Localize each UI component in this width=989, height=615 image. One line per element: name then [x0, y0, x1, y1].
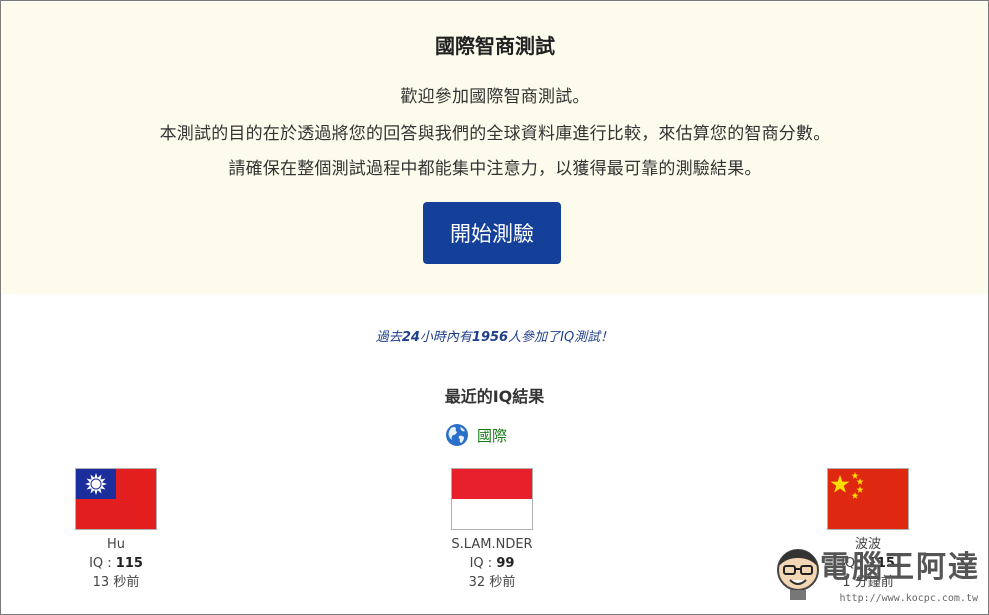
stat-count: 1956: [471, 330, 509, 345]
intro-welcome-text: 歡迎參加國際智商測試。: [400, 87, 590, 107]
region-filter-international[interactable]: 國際: [445, 423, 507, 447]
result-name: S.LAM.NDER: [451, 537, 533, 552]
globe-icon: [446, 424, 468, 446]
page-frame: 國際智商測試 歡迎參加國際智商測試。 本測試的目的在於透過將您的回答與我們的全球…: [0, 0, 989, 615]
mascot-icon: [777, 549, 819, 600]
intro-panel: 國際智商測試 歡迎參加國際智商測試。 本測試的目的在於透過將您的回答與我們的全球…: [2, 2, 988, 294]
intro-purpose-text: 本測試的目的在於透過將您的回答與我們的全球資料庫進行比較，來估算您的智商分數。: [159, 124, 831, 144]
page-title: 國際智商測試: [435, 34, 555, 58]
china-flag-icon: [827, 468, 909, 530]
participation-stat: 過去24小時內有1956人參加了IQ測試！: [1, 326, 988, 345]
stat-mid: 小時內有: [419, 330, 472, 345]
result-time: 32 秒前: [468, 575, 516, 590]
stat-suffix: 人參加了IQ測試！: [508, 330, 614, 345]
watermark-text: 電腦王阿達: [820, 550, 980, 585]
watermark-url: http://www.kocpc.com.tw: [839, 593, 978, 604]
start-test-button[interactable]: 開始測驗: [423, 202, 561, 264]
stat-hours: 24: [401, 330, 420, 345]
stat-prefix: 過去: [375, 330, 402, 345]
result-card: S.LAM.NDER IQ : 99 32 秒前: [422, 468, 562, 593]
result-iq: IQ : 99: [469, 556, 515, 571]
result-iq: IQ : 115: [89, 556, 143, 571]
taiwan-flag-icon: [75, 468, 157, 530]
result-name: Hu: [106, 537, 125, 552]
recent-results-title: 最近的IQ結果: [444, 387, 545, 406]
result-card: Hu IQ : 115 13 秒前: [46, 468, 186, 593]
region-label: 國際: [477, 426, 508, 445]
intro-focus-text: 請確保在整個測試過程中都能集中注意力，以獲得最可靠的測驗結果。: [228, 159, 762, 179]
indonesia-flag-icon: [451, 468, 533, 530]
site-watermark: 電腦王阿達 http://www.kocpc.com.tw: [772, 542, 980, 606]
result-time: 13 秒前: [92, 575, 140, 590]
